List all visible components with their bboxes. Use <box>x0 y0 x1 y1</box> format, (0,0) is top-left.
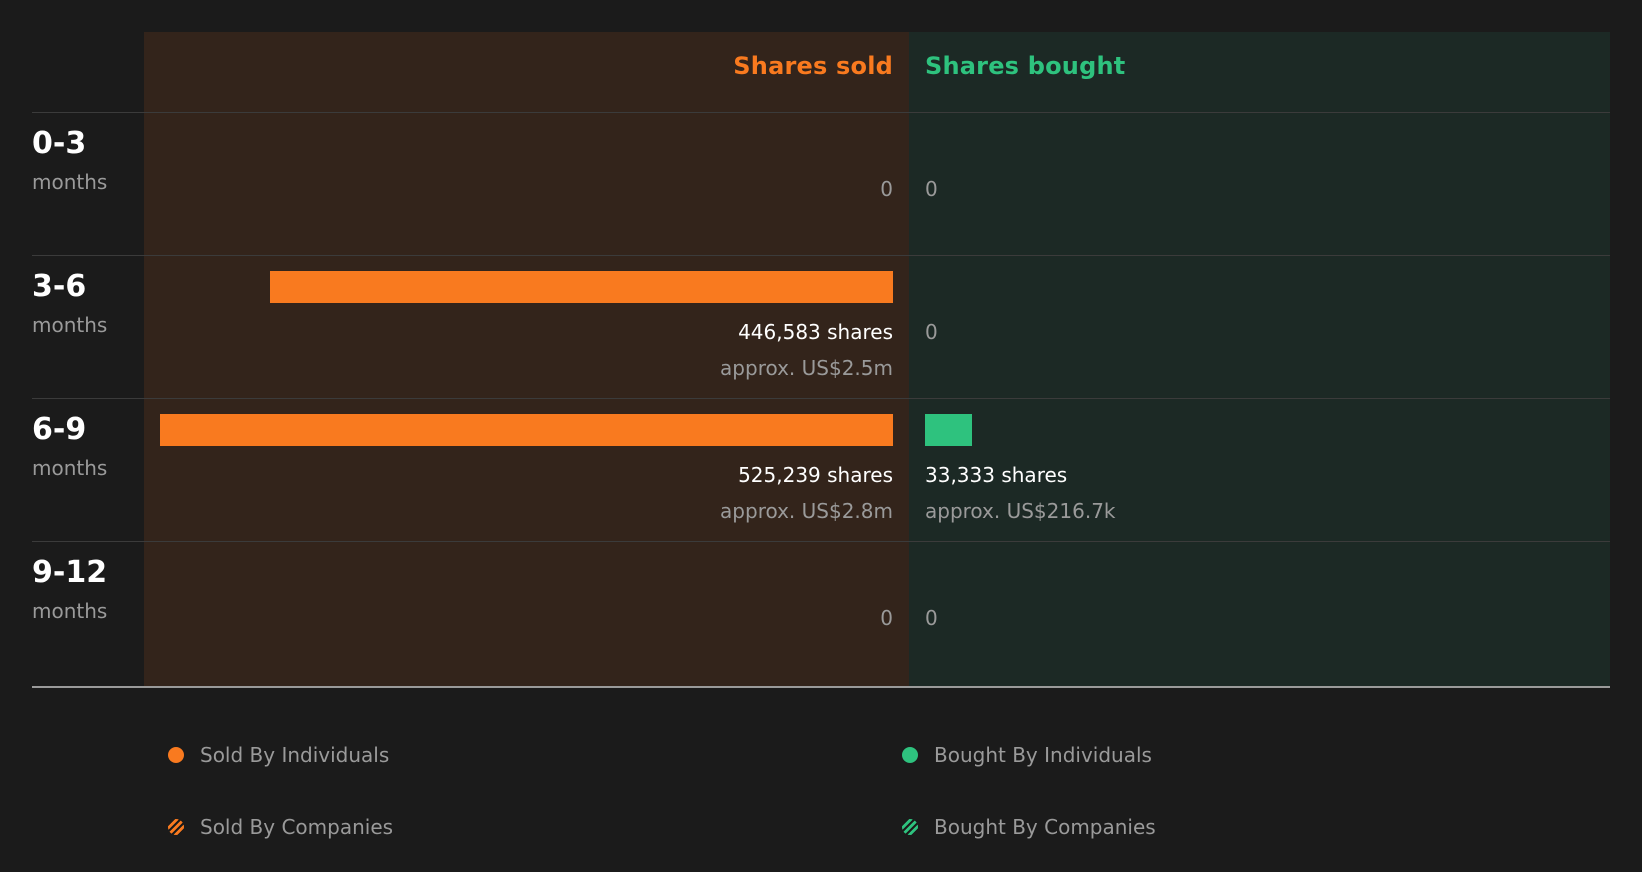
hatched-dot-icon <box>902 819 918 835</box>
legend-label: Bought By Companies <box>934 815 1156 839</box>
period-label: 3-6 months <box>32 269 107 339</box>
period-label: 9-12 months <box>32 555 107 625</box>
solid-dot-icon <box>168 747 184 763</box>
sold-bar <box>160 414 893 446</box>
row-divider <box>32 398 1610 399</box>
bought-bar <box>925 414 972 446</box>
insider-trading-chart: Shares sold Shares bought 0-3 months 0 0 3-6… <box>0 0 1642 700</box>
sold-shares-label: 446,583 shares <box>738 320 893 344</box>
bought-shares-label: 33,333 shares <box>925 463 1068 487</box>
hatched-dot-icon <box>168 819 184 835</box>
sold-zero-label: 0 <box>880 177 893 201</box>
bought-zero-label: 0 <box>925 177 938 201</box>
row-divider <box>32 112 1610 113</box>
period-label: 0-3 months <box>32 126 107 196</box>
chart-baseline <box>32 686 1610 688</box>
sold-zero-label: 0 <box>880 606 893 630</box>
period-unit: months <box>32 599 108 623</box>
bought-zero-label: 0 <box>925 606 938 630</box>
period-range: 0-3 <box>32 126 87 161</box>
sold-value-label: approx. US$2.8m <box>720 499 893 523</box>
shares-bought-header: Shares bought <box>925 52 1126 80</box>
solid-dot-icon <box>902 747 918 763</box>
legend-label: Bought By Individuals <box>934 743 1152 767</box>
shares-bought-panel <box>909 32 1610 687</box>
period-unit: months <box>32 456 108 480</box>
period-unit: months <box>32 313 108 337</box>
period-range: 6-9 <box>32 412 87 447</box>
period-range: 3-6 <box>32 269 87 304</box>
legend-item: Bought By Companies <box>902 815 1156 839</box>
row-divider <box>32 255 1610 256</box>
legend-item: Sold By Companies <box>168 815 393 839</box>
shares-sold-header: Shares sold <box>733 52 893 80</box>
period-label: 6-9 months <box>32 412 107 482</box>
sold-shares-label: 525,239 shares <box>738 463 893 487</box>
legend-item: Sold By Individuals <box>168 743 389 767</box>
legend-item: Bought By Individuals <box>902 743 1152 767</box>
bought-zero-label: 0 <box>925 320 938 344</box>
bought-value-label: approx. US$216.7k <box>925 499 1116 523</box>
sold-bar <box>269 271 893 303</box>
sold-value-label: approx. US$2.5m <box>720 356 893 380</box>
period-unit: months <box>32 170 108 194</box>
period-range: 9-12 <box>32 555 108 590</box>
legend-label: Sold By Companies <box>200 815 394 839</box>
legend-label: Sold By Individuals <box>200 743 390 767</box>
row-divider <box>32 541 1610 542</box>
